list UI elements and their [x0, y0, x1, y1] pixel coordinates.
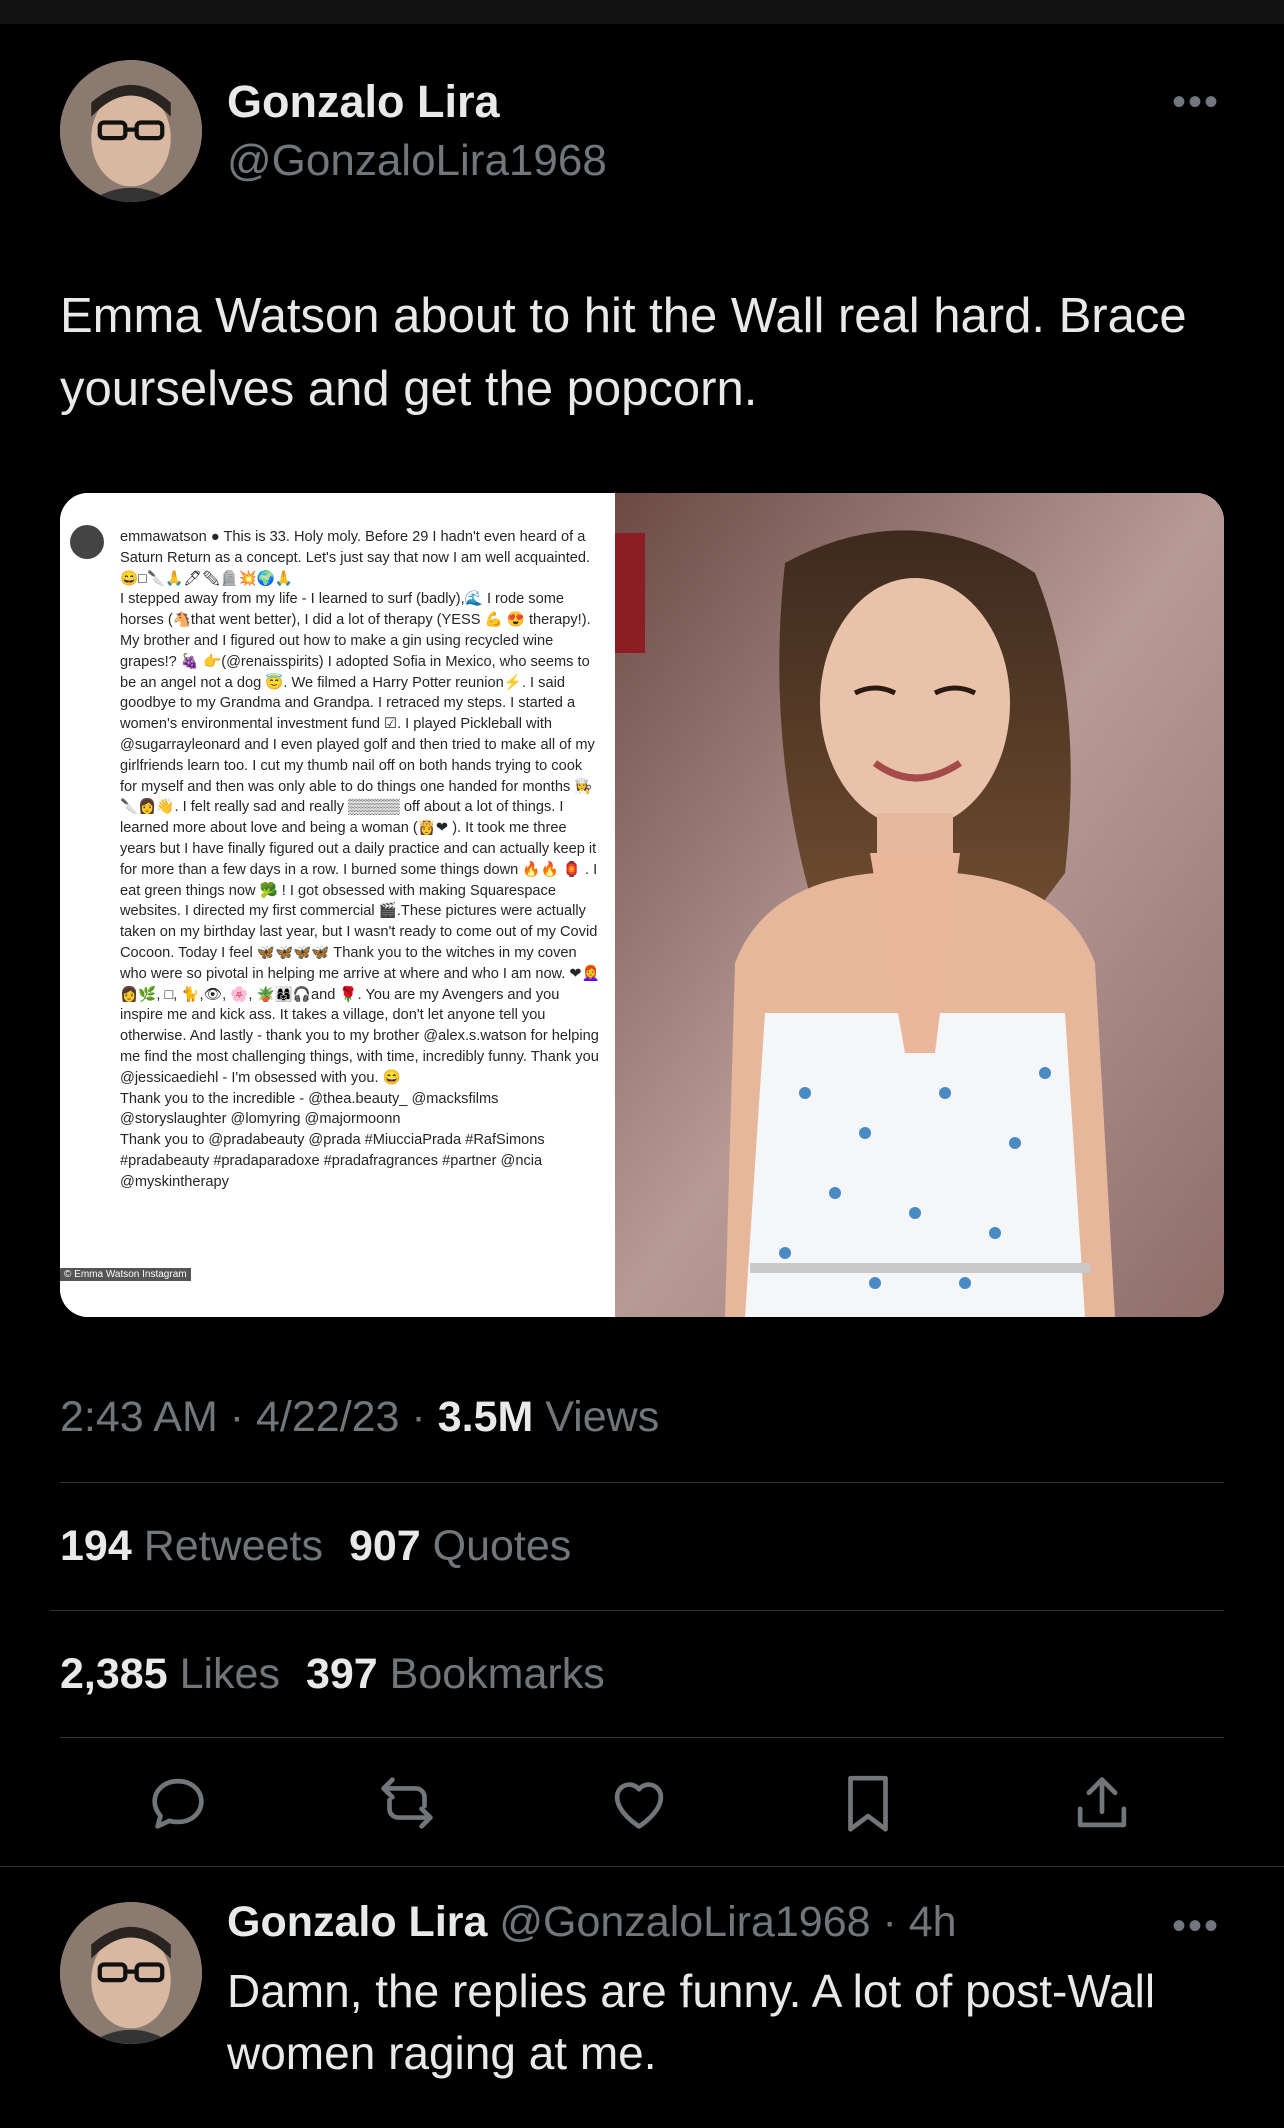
bookmark-icon[interactable]	[833, 1768, 903, 1838]
likes-link[interactable]: 2,385 Likes	[60, 1650, 280, 1698]
portrait-photo	[615, 493, 1224, 1317]
tweet-time[interactable]: 2:43 AM	[60, 1393, 218, 1441]
meta-separator: ·	[229, 1393, 256, 1441]
retweets-count: 194	[60, 1522, 132, 1570]
meta-separator: ·	[411, 1393, 438, 1441]
likes-label: Likes	[179, 1650, 280, 1698]
reply-separator: ·	[870, 1898, 909, 1946]
reply-more-options-icon[interactable]: •••	[1172, 1906, 1220, 1946]
image-credit: © Emma Watson Instagram	[60, 1268, 191, 1281]
bookmarks-label: Bookmarks	[389, 1650, 605, 1698]
quotes-label: Quotes	[432, 1522, 572, 1570]
retweet-icon[interactable]	[372, 1768, 442, 1838]
bookmarks-link[interactable]: 397 Bookmarks	[306, 1650, 605, 1698]
share-icon[interactable]	[1067, 1768, 1137, 1838]
author-name[interactable]: Gonzalo Lira	[227, 76, 500, 128]
tweet-date[interactable]: 4/22/23	[256, 1393, 399, 1441]
author-avatar[interactable]	[60, 60, 202, 202]
divider	[60, 1482, 1224, 1483]
instagram-caption-text: emmawatson ● This is 33. Holy moly. Befo…	[120, 529, 600, 1190]
likes-count: 2,385	[60, 1650, 168, 1698]
instagram-caption-panel: emmawatson ● This is 33. Holy moly. Befo…	[60, 493, 615, 1317]
more-options-icon[interactable]: •••	[1172, 82, 1220, 122]
reply-time[interactable]: 4h	[909, 1898, 957, 1946]
divider	[0, 1866, 1284, 1867]
divider	[50, 1610, 1224, 1611]
divider	[60, 1737, 1224, 1738]
avatar-photo	[60, 60, 202, 202]
action-bar	[0, 1768, 1284, 1838]
reply-author-handle[interactable]: @GonzaloLira1968	[499, 1898, 870, 1946]
quotes-link[interactable]: 907 Quotes	[349, 1522, 571, 1570]
tweet-text: Emma Watson about to hit the Wall real h…	[60, 289, 1187, 416]
quotes-count: 907	[348, 1522, 421, 1570]
reply-header: Gonzalo Lira @GonzaloLira1968 · 4h	[227, 1898, 957, 1947]
views-count: 3.5M	[437, 1393, 534, 1441]
reply-author-avatar[interactable]	[60, 1902, 202, 2044]
tweet-meta: 2:43 AM · 4/22/23 · 3.5M Views	[60, 1393, 659, 1442]
avatar-photo	[60, 1902, 202, 2044]
retweets-label: Retweets	[143, 1522, 323, 1570]
reply-text: Damn, the replies are funny. A lot of po…	[227, 1965, 1156, 2079]
reply-icon[interactable]	[143, 1768, 213, 1838]
tweet-media[interactable]: emmawatson ● This is 33. Holy moly. Befo…	[60, 493, 1224, 1317]
instagram-avatar	[70, 525, 104, 559]
views-label: Views	[545, 1393, 660, 1441]
retweet-quote-stats: 194 Retweets 907 Quotes	[60, 1522, 571, 1571]
retweets-link[interactable]: 194 Retweets	[60, 1522, 323, 1570]
reply-author-name[interactable]: Gonzalo Lira	[227, 1898, 487, 1946]
like-bookmark-stats: 2,385 Likes 397 Bookmarks	[60, 1650, 605, 1699]
like-icon[interactable]	[604, 1768, 674, 1838]
author-handle[interactable]: @GonzaloLira1968	[227, 136, 607, 186]
status-bar-area	[0, 0, 1284, 24]
bookmarks-count: 397	[305, 1650, 378, 1698]
